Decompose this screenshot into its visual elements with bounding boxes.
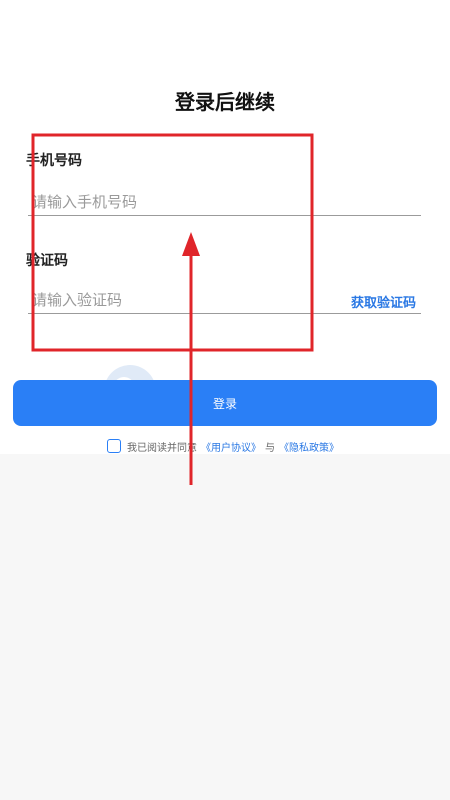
agreement-checkbox[interactable] <box>107 439 121 453</box>
agreement-row: 我已阅读并同意 《用户协议》 与 《隐私政策》 <box>107 438 339 454</box>
phone-underline <box>28 215 421 216</box>
code-input[interactable] <box>28 285 328 315</box>
get-code-button[interactable]: 获取验证码 <box>351 292 416 311</box>
user-agreement-link[interactable]: 《用户协议》 <box>201 439 261 454</box>
agreement-prefix: 我已阅读并同意 <box>127 442 197 454</box>
agreement-conjunction: 与 <box>265 442 275 454</box>
code-underline <box>28 313 421 314</box>
phone-label: 手机号码 <box>26 153 82 169</box>
phone-input[interactable] <box>28 187 421 217</box>
login-button[interactable]: 登录 <box>13 380 437 426</box>
page-title: 登录后继续 <box>175 90 275 114</box>
privacy-policy-link[interactable]: 《隐私政策》 <box>279 439 339 454</box>
code-label: 验证码 <box>26 253 68 269</box>
